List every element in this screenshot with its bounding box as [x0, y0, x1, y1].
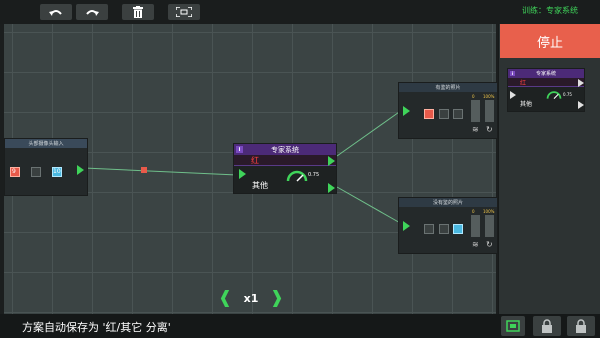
expert-info-button[interactable]: i: [236, 146, 243, 153]
expert-system-side-node[interactable]: 专家系统 i 红 0.75 其他: [507, 68, 585, 112]
expert-rule-red[interactable]: 红: [234, 155, 336, 166]
speed-increase-button[interactable]: ❱: [270, 288, 284, 308]
camera-slot-red-value: 9: [12, 168, 16, 175]
output-top-slot-2: [439, 109, 449, 119]
layers-icon: ≋: [472, 240, 479, 249]
camera-slot-cyan: 10: [52, 167, 62, 177]
node-canvas[interactable]: 头部摄像头输入 9 10 专家系统 i 红 0.75 其他 有鉴的照片 0 10…: [4, 24, 498, 314]
expert-gauge-value: 0.75: [308, 172, 320, 178]
output-bottom-bar-2: [485, 215, 494, 237]
output-top-bar-2: [485, 100, 494, 122]
camera-input-node[interactable]: 头部摄像头输入 9 10: [4, 138, 88, 196]
gauge-icon: [286, 170, 308, 182]
expert-rule-red-label: 红: [251, 156, 259, 165]
lock-icon: [576, 319, 586, 333]
expert-rule-other-label: 其他: [252, 181, 268, 190]
output-bottom-pct-high: 100%: [483, 209, 495, 214]
expert-node-title: 专家系统: [234, 144, 336, 155]
wire-knot: [141, 167, 147, 173]
output-bottom-slot-cyan: [453, 224, 463, 234]
expert-side-red-port: [578, 79, 584, 87]
camera-slot-red: 9: [10, 167, 20, 177]
expert-other-output-port[interactable]: [328, 183, 335, 193]
delete-button[interactable]: [122, 4, 154, 20]
expert-input-port[interactable]: [239, 169, 246, 179]
redo-button[interactable]: [76, 4, 108, 20]
expert-side-rule-red-label: 红: [520, 80, 527, 87]
output-node-bottom[interactable]: 没有鉴的照片 0 100% ≋ ↻: [398, 197, 498, 254]
export-icon: [506, 320, 520, 332]
right-panel: 停止 专家系统 i 红 0.75 其他: [498, 24, 600, 314]
expert-side-other-port: [578, 101, 584, 109]
output-node-top[interactable]: 有鉴的照片 0 100% ≋ ↻: [398, 82, 498, 139]
training-label: 训练：专家系统: [522, 6, 578, 15]
output-bottom-slot-1: [424, 224, 434, 234]
wire-red-to-top: [336, 109, 403, 157]
trash-icon: [133, 6, 143, 18]
speed-decrease-button[interactable]: ❰: [218, 288, 232, 308]
output-bottom-pct-low: 0: [472, 209, 475, 214]
output-top-slot-red: [424, 109, 434, 119]
fit-icon: [176, 7, 192, 17]
output-top-bar-1: [471, 100, 480, 122]
camera-slot-cyan-value: 10: [53, 168, 61, 175]
expert-system-node[interactable]: 专家系统 i 红 0.75 其他: [233, 143, 337, 194]
lock-icon: [542, 319, 552, 333]
output-top-title: 有鉴的照片: [399, 83, 497, 92]
output-top-slot-3: [453, 109, 463, 119]
rotate-icon: ↻: [486, 125, 493, 134]
output-bottom-bar-1: [471, 215, 480, 237]
output-bottom-input-port[interactable]: [403, 221, 410, 231]
output-bottom-title: 没有鉴的照片: [399, 198, 497, 207]
speed-control: ❰ x1 ❱: [218, 287, 284, 309]
fit-view-button[interactable]: [168, 4, 200, 20]
output-bottom-slot-2: [439, 224, 449, 234]
redo-icon: [86, 10, 99, 16]
export-button[interactable]: [501, 316, 525, 336]
expert-red-output-port[interactable]: [328, 156, 335, 166]
speed-label: x1: [243, 291, 259, 305]
rotate-icon: ↻: [486, 240, 493, 249]
output-top-pct-low: 0: [472, 94, 475, 99]
lock-button-2[interactable]: [567, 316, 595, 336]
output-top-pct-high: 100%: [483, 94, 495, 99]
wire-camera-to-expert: [83, 167, 238, 176]
undo-button[interactable]: [40, 4, 72, 20]
autosave-status: 方案自动保存为 '红/其它 分离': [22, 321, 171, 334]
expert-side-input-port: [510, 91, 516, 99]
lock-button-1[interactable]: [533, 316, 561, 336]
stop-button[interactable]: 停止: [500, 24, 600, 58]
output-top-input-port[interactable]: [403, 106, 410, 116]
camera-slot-empty: [31, 167, 41, 177]
undo-icon: [49, 10, 62, 16]
expert-side-rule-red: 红: [508, 78, 584, 87]
gauge-icon: [546, 91, 562, 99]
wire-other-to-bottom: [336, 186, 403, 225]
layers-icon: ≋: [472, 125, 479, 134]
camera-output-port[interactable]: [77, 165, 84, 175]
expert-side-rule-other-label: 其他: [520, 101, 533, 108]
top-toolbar: 训练：专家系统: [0, 0, 600, 24]
camera-node-title: 头部摄像头输入: [5, 139, 87, 148]
expert-side-title: 专家系统: [508, 69, 584, 78]
expert-side-gauge-value: 0.75: [563, 92, 572, 97]
expert-side-info-button[interactable]: i: [510, 71, 515, 76]
